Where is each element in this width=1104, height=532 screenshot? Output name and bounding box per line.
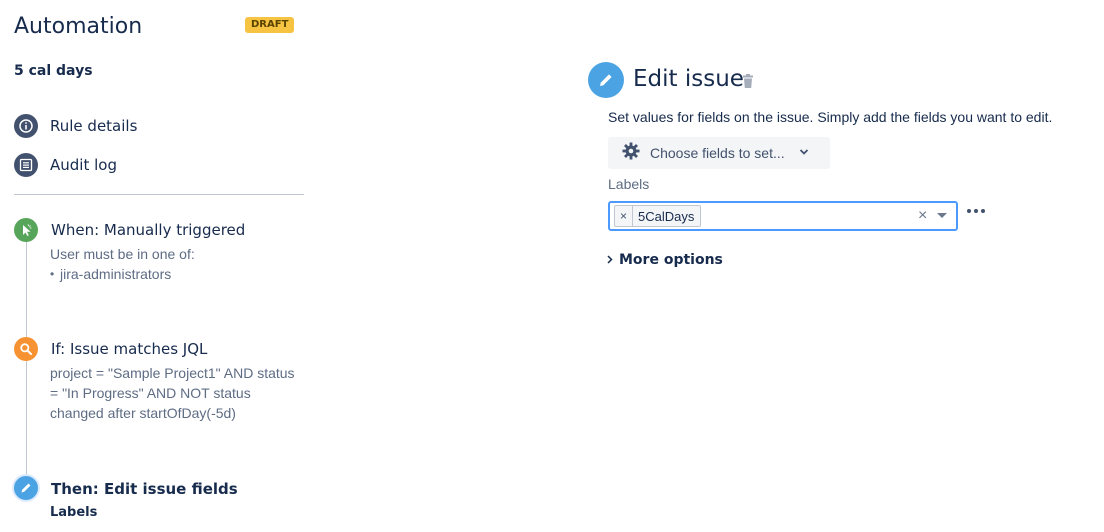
chevron-down-icon [799, 144, 809, 162]
gear-icon [622, 142, 640, 165]
more-actions-icon[interactable] [967, 209, 985, 213]
trigger-title[interactable]: When: Manually triggered [51, 221, 245, 239]
search-icon[interactable] [14, 337, 38, 361]
condition-title[interactable]: If: Issue matches JQL [51, 340, 207, 358]
clear-icon[interactable]: × [918, 207, 927, 225]
nav-rule-details[interactable]: Rule details [14, 114, 137, 138]
more-options-toggle[interactable]: More options [607, 252, 723, 268]
group-list-item: jira-administrators [50, 264, 195, 284]
divider [14, 194, 304, 195]
timeline-line [26, 240, 27, 490]
action-title[interactable]: Then: Edit issue fields [51, 480, 238, 498]
trigger-icon[interactable] [14, 218, 38, 242]
pencil-icon[interactable] [12, 474, 40, 502]
labels-field-label: Labels [608, 176, 650, 192]
jql-line: project = "Sample Project1" AND status [50, 365, 295, 381]
editor-description: Set values for fields on the issue. Simp… [608, 109, 1053, 125]
label-tag-text: 5CalDays [638, 208, 695, 224]
nav-label: Rule details [50, 117, 138, 135]
chevron-right-icon [607, 252, 613, 268]
list-icon [14, 153, 38, 177]
editor-title: Edit issue [633, 66, 744, 92]
page-title: Automation [14, 14, 143, 39]
choose-fields-button[interactable]: Choose fields to set... [608, 137, 830, 169]
choose-fields-label: Choose fields to set... [650, 145, 785, 161]
rule-name[interactable]: 5 cal days [14, 63, 93, 79]
trash-icon[interactable] [741, 74, 755, 95]
trigger-desc-text: User must be in one of: [50, 246, 195, 262]
info-icon [14, 114, 38, 138]
condition-description: project = "Sample Project1" AND status =… [50, 363, 295, 423]
more-options-label: More options [619, 252, 723, 268]
label-tag: × 5CalDays [614, 205, 702, 227]
pencil-icon [588, 62, 624, 98]
jql-line: = "In Progress" AND NOT status [50, 385, 251, 401]
action-subtitle: Labels [50, 505, 98, 520]
nav-audit-log[interactable]: Audit log [14, 153, 117, 177]
remove-tag-icon[interactable]: × [615, 206, 633, 226]
jql-line: changed after startOfDay(-5d) [50, 405, 236, 421]
labels-input[interactable]: × 5CalDays × [608, 201, 958, 231]
caret-down-icon[interactable] [937, 213, 947, 218]
nav-label: Audit log [50, 156, 117, 174]
trigger-description: User must be in one of: jira-administrat… [50, 244, 195, 284]
draft-badge: DRAFT [245, 17, 295, 33]
